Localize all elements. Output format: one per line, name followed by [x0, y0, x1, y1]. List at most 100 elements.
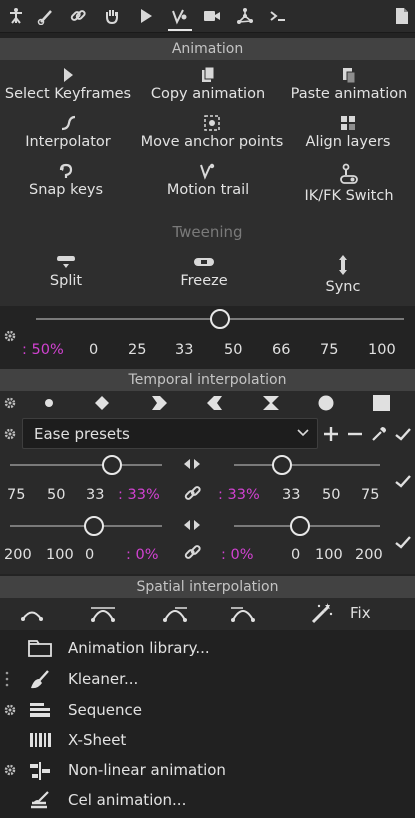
apply-check-icon[interactable] [394, 425, 412, 443]
hand-icon[interactable] [100, 5, 124, 27]
out-influence-preset[interactable]: 75 [361, 487, 379, 503]
spatial-linear-icon[interactable] [20, 604, 44, 622]
motion-trail-button[interactable]: Motion trail [160, 162, 256, 198]
eyedropper-icon[interactable] [370, 425, 388, 443]
diamond-key-icon[interactable] [94, 395, 110, 411]
ease-presets-dropdown[interactable]: Ease presets [22, 418, 318, 449]
top-toolbar [0, 0, 415, 33]
tween-preset-50[interactable]: 50 [224, 342, 242, 358]
move-anchor-points-button[interactable]: Move anchor points [138, 114, 286, 150]
apply-influence-check-icon[interactable] [394, 472, 412, 490]
camera-icon[interactable] [200, 5, 224, 27]
tween-slider-knob[interactable] [210, 309, 230, 329]
tween-slider-area [0, 306, 415, 368]
split-link-icon[interactable] [183, 457, 201, 471]
snap-keys-button[interactable]: Snap keys [24, 162, 108, 198]
tween-preset-100[interactable]: 100 [368, 342, 396, 358]
tween-preset-0[interactable]: 0 [89, 342, 98, 358]
ik-fk-icon [298, 162, 400, 186]
align-layers-button[interactable]: Align layers [300, 114, 396, 150]
chain-link-icon[interactable] [184, 544, 202, 562]
split-button[interactable]: Split [24, 253, 108, 289]
tween-preset-25[interactable]: 25 [128, 342, 146, 358]
list-item-sequence[interactable]: Sequence [0, 695, 415, 725]
spatial-ease-out-icon[interactable] [230, 604, 256, 622]
out-velocity-preset[interactable]: 200 [355, 547, 383, 563]
add-preset-icon[interactable] [322, 425, 340, 443]
spatial-ease-in-icon[interactable] [162, 604, 188, 622]
tween-preset-75[interactable]: 75 [320, 342, 338, 358]
sync-button[interactable]: Sync [300, 253, 386, 295]
select-keyframes-button[interactable]: Select Keyframes [4, 66, 132, 102]
drag-handle-icon[interactable] [4, 671, 10, 687]
arrow-right-key-icon[interactable] [150, 395, 168, 411]
play-icon[interactable] [134, 5, 158, 27]
link-icon[interactable] [66, 5, 90, 27]
ease-presets-value: Ease presets [34, 425, 130, 443]
xsheet-icon [28, 731, 52, 749]
chevron-down-icon [297, 429, 309, 437]
in-influence-track[interactable] [10, 464, 162, 466]
square-key-icon[interactable] [372, 395, 390, 411]
list-item-non-linear-animation[interactable]: Non-linear animation [0, 755, 415, 785]
nonlinear-icon [28, 761, 52, 780]
copy-animation-button[interactable]: Copy animation [148, 66, 268, 102]
round-key-icon[interactable] [317, 395, 335, 411]
ik-fk-switch-button[interactable]: IK/FK Switch [298, 162, 400, 204]
gear-icon[interactable] [4, 764, 16, 776]
temporal-section-header[interactable]: Temporal interpolation [0, 369, 415, 391]
chain-link-icon[interactable] [184, 485, 202, 503]
remove-preset-icon[interactable] [346, 425, 364, 443]
gear-icon[interactable] [4, 330, 16, 342]
animation-section-header[interactable]: Animation [0, 38, 415, 60]
out-velocity-knob[interactable] [289, 516, 310, 536]
interpolator-button[interactable]: Interpolator [20, 114, 116, 150]
hourglass-key-icon[interactable] [262, 395, 280, 411]
out-velocity-preset[interactable]: 0 [291, 547, 300, 563]
move-anchor-icon [138, 114, 286, 132]
broom-icon [28, 670, 52, 689]
in-influence-preset[interactable]: 75 [7, 487, 25, 503]
in-influence-knob[interactable] [101, 455, 122, 475]
split-link-icon[interactable] [183, 518, 201, 532]
rig-icon[interactable] [4, 5, 28, 27]
active-tab-indicator [168, 29, 192, 31]
arrow-left-key-icon[interactable] [206, 395, 224, 411]
in-velocity-preset[interactable]: 0 [85, 547, 94, 563]
out-velocity-preset[interactable]: 100 [315, 547, 343, 563]
in-velocity-preset[interactable]: 200 [4, 547, 32, 563]
fix-button[interactable]: Fix [310, 601, 371, 625]
in-influence-preset[interactable]: 33 [86, 487, 104, 503]
out-influence-track[interactable] [234, 464, 380, 466]
in-influence-preset[interactable]: 50 [47, 487, 65, 503]
magic-wand-icon [311, 603, 333, 624]
sync-icon [300, 253, 386, 277]
apply-velocity-check-icon[interactable] [394, 533, 412, 551]
nodes-icon[interactable] [233, 5, 257, 27]
spatial-bezier-icon[interactable] [90, 604, 116, 622]
align-layers-icon [300, 114, 396, 132]
terminal-icon[interactable] [266, 5, 290, 27]
motion-trail-icon [160, 162, 256, 180]
in-velocity-preset[interactable]: 100 [46, 547, 74, 563]
list-item-x-sheet[interactable]: X-Sheet [0, 725, 415, 755]
in-velocity-knob[interactable] [83, 516, 104, 536]
tween-preset-33[interactable]: 33 [175, 342, 193, 358]
list-item-cel-animation[interactable]: Cel animation... [0, 785, 415, 815]
animation-icon[interactable] [168, 5, 192, 27]
list-item-kleaner[interactable]: Kleaner... [0, 664, 415, 694]
freeze-button[interactable]: Freeze [160, 253, 248, 289]
gear-icon[interactable] [4, 428, 16, 440]
out-influence-preset[interactable]: 33 [282, 487, 300, 503]
cel-animation-icon [28, 791, 52, 809]
tween-preset-66[interactable]: 66 [272, 342, 290, 358]
bone-icon[interactable] [34, 5, 58, 27]
gear-icon[interactable] [4, 704, 16, 716]
gear-icon[interactable] [4, 397, 16, 409]
spatial-section-header[interactable]: Spatial interpolation [0, 576, 415, 598]
document-icon[interactable] [390, 5, 414, 27]
circle-key-icon[interactable] [42, 396, 56, 410]
paste-animation-button[interactable]: Paste animation [288, 66, 410, 102]
out-influence-preset[interactable]: 50 [322, 487, 340, 503]
list-item-animation-library[interactable]: Animation library... [0, 633, 415, 663]
